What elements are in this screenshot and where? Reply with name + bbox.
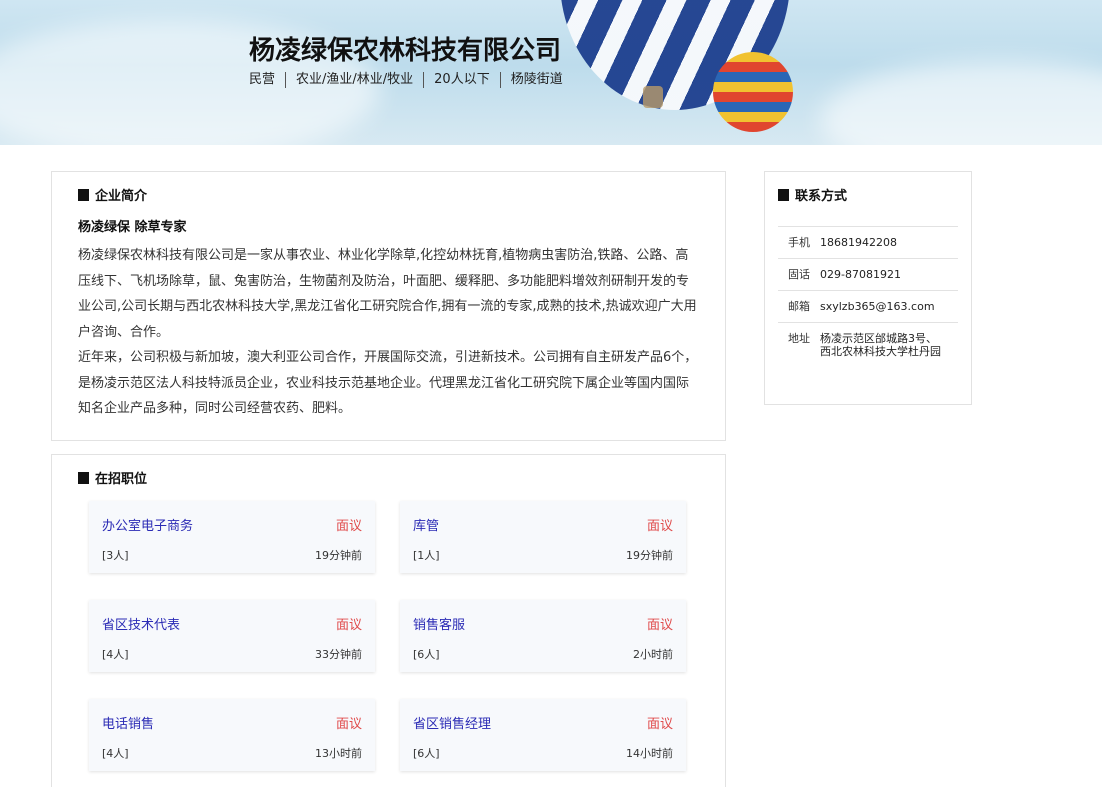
- job-salary: 面议: [335, 618, 362, 633]
- contact-label: 地址: [788, 332, 810, 345]
- intro-header: 企业简介: [78, 185, 699, 204]
- contact-row-address: 地址 杨凌示范区邰城路3号、西北农林科技大学杜丹园: [778, 323, 958, 367]
- intro-paragraph: 杨凌绿保农林科技有限公司是一家从事农业、林业化学除草,化控幼林抚育,植物病虫害防…: [78, 248, 697, 340]
- job-card[interactable]: 电话销售 面议 [4人] 13小时前: [89, 699, 375, 771]
- job-headcount: [4人]: [102, 648, 129, 661]
- contact-row-phone: 固话 029-87081921: [778, 259, 958, 291]
- company-banner: 杨凌绿保农林科技有限公司 民营 农业/渔业/林业/牧业 20人以下 杨陵街道: [0, 0, 1102, 145]
- contact-label: 手机: [788, 236, 810, 249]
- email-value: sxylzb365@163.com: [820, 300, 935, 313]
- job-posted-time: 2小时前: [633, 648, 673, 661]
- job-salary: 面议: [646, 618, 673, 633]
- contact-panel: 联系方式 手机 18681942208 固话 029-87081921 邮箱 s…: [764, 171, 972, 405]
- company-intro-panel: 企业简介 杨凌绿保 除草专家 杨凌绿保农林科技有限公司是一家从事农业、林业化学除…: [51, 171, 726, 441]
- briefcase-icon: [78, 471, 89, 484]
- job-headcount: [3人]: [102, 549, 129, 562]
- job-posted-time: 13小时前: [315, 747, 362, 760]
- contact-row-email: 邮箱 sxylzb365@163.com: [778, 291, 958, 323]
- contact-header: 联系方式: [778, 185, 958, 204]
- job-posted-time: 19分钟前: [315, 549, 362, 562]
- job-salary: 面议: [335, 519, 362, 534]
- job-headcount: [6人]: [413, 648, 440, 661]
- job-posted-time: 14小时前: [626, 747, 673, 760]
- job-salary: 面议: [646, 519, 673, 534]
- company-slogan: 杨凌绿保 除草专家: [78, 220, 187, 235]
- contact-label: 固话: [788, 268, 810, 281]
- job-title-link[interactable]: 省区技术代表: [102, 614, 180, 633]
- company-tags: 民营 农业/渔业/林业/牧业 20人以下 杨陵街道: [249, 72, 573, 88]
- job-title-link[interactable]: 省区销售经理: [413, 713, 491, 732]
- address-value: 杨凌示范区邰城路3号、西北农林科技大学杜丹园: [820, 332, 941, 358]
- job-salary: 面议: [646, 717, 673, 732]
- job-title-link[interactable]: 电话销售: [102, 713, 154, 732]
- contact-row-mobile: 手机 18681942208: [778, 227, 958, 259]
- job-title-link[interactable]: 办公室电子商务: [102, 515, 193, 534]
- job-card[interactable]: 库管 面议 [1人] 19分钟前: [400, 501, 686, 573]
- open-positions-panel: 在招职位 办公室电子商务 面议 [3人] 19分钟前 库管 面议 [1人] 19…: [51, 454, 726, 787]
- job-headcount: [4人]: [102, 747, 129, 760]
- company-size-tag: 20人以下: [424, 72, 501, 88]
- job-posted-time: 33分钟前: [315, 648, 362, 661]
- contact-table: 手机 18681942208 固话 029-87081921 邮箱 sxylzb…: [778, 226, 958, 367]
- contact-card-icon: [778, 188, 789, 201]
- balloon-basket-image: [643, 86, 663, 108]
- intro-paragraph: 近年来，公司积极与新加坡，澳大利亚公司合作，开展国际交流，引进新技术。公司拥有自…: [78, 350, 698, 416]
- cloud-decoration: [820, 60, 1102, 145]
- jobs-title: 在招职位: [95, 472, 148, 487]
- company-name: 杨凌绿保农林科技有限公司: [249, 36, 562, 66]
- job-posted-time: 19分钟前: [626, 549, 673, 562]
- jobs-header: 在招职位: [78, 468, 699, 487]
- mobile-value: 18681942208: [820, 236, 897, 249]
- contact-title: 联系方式: [795, 189, 848, 204]
- company-industry-tag: 农业/渔业/林业/牧业: [286, 72, 425, 88]
- job-headcount: [6人]: [413, 747, 440, 760]
- company-location-tag: 杨陵街道: [510, 72, 563, 87]
- company-type-tag: 民营: [249, 72, 287, 88]
- job-card[interactable]: 省区技术代表 面议 [4人] 33分钟前: [89, 600, 375, 672]
- hot-air-balloon-image: [713, 52, 793, 132]
- job-title-link[interactable]: 销售客服: [413, 614, 465, 633]
- job-card[interactable]: 销售客服 面议 [6人] 2小时前: [400, 600, 686, 672]
- phone-value: 029-87081921: [820, 268, 901, 281]
- job-headcount: [1人]: [413, 549, 440, 562]
- job-card[interactable]: 办公室电子商务 面议 [3人] 19分钟前: [89, 501, 375, 573]
- job-card[interactable]: 省区销售经理 面议 [6人] 14小时前: [400, 699, 686, 771]
- document-icon: [78, 188, 89, 201]
- contact-label: 邮箱: [788, 300, 810, 313]
- intro-title: 企业简介: [95, 189, 148, 204]
- job-title-link[interactable]: 库管: [413, 515, 439, 534]
- job-salary: 面议: [335, 717, 362, 732]
